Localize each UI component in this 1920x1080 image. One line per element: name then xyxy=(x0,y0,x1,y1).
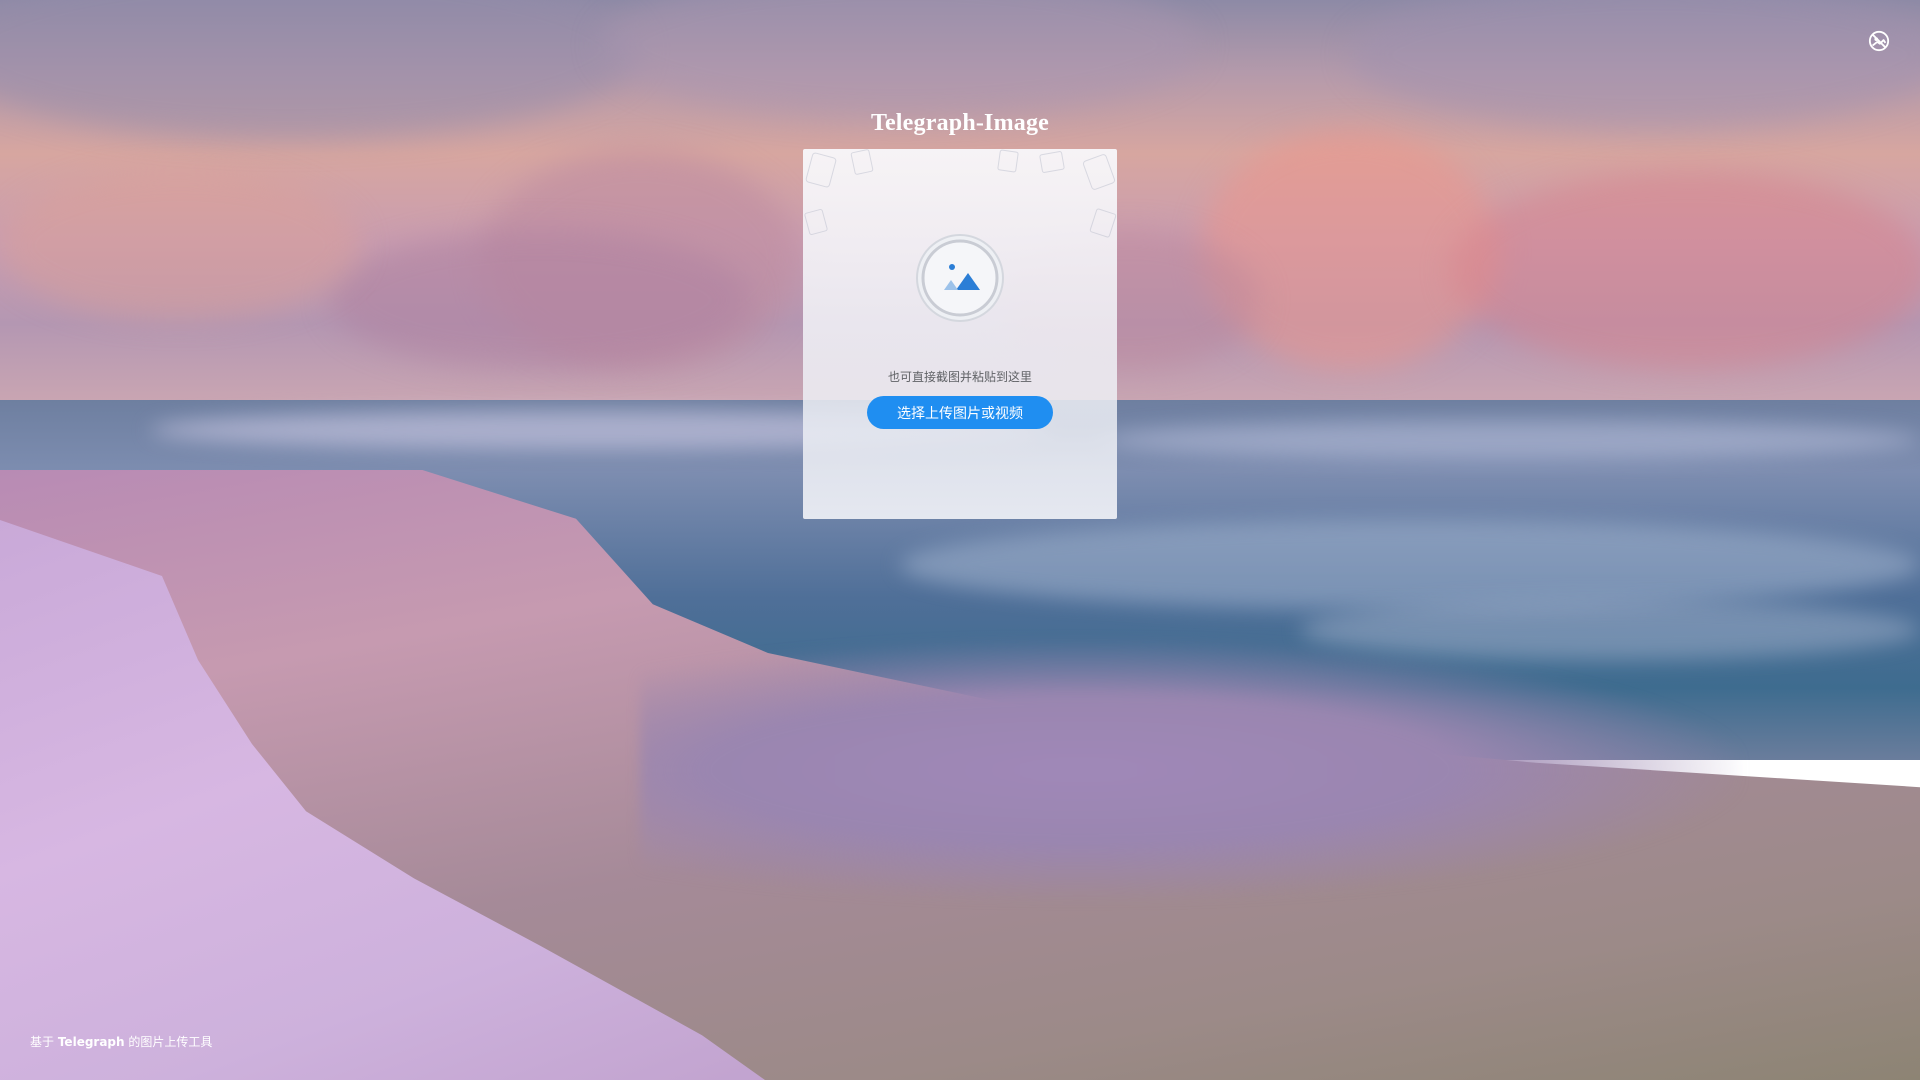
page: Telegraph-Image 也可直接截图并粘贴到这里 选择上传图片或视频 基… xyxy=(0,0,1920,1080)
footer-prefix: 基于 xyxy=(30,1035,55,1049)
select-upload-button[interactable]: 选择上传图片或视频 xyxy=(867,396,1053,429)
image-upload-icon xyxy=(915,233,1005,323)
page-title: Telegraph-Image xyxy=(870,110,1050,136)
github-icon[interactable] xyxy=(1868,30,1890,52)
footer: 基于 Telegraph 的图片上传工具 xyxy=(30,1033,212,1050)
footer-suffix: 的图片上传工具 xyxy=(128,1035,213,1049)
paste-hint: 也可直接截图并粘贴到这里 xyxy=(887,370,1032,384)
upload-dropzone[interactable]: 也可直接截图并粘贴到这里 选择上传图片或视频 xyxy=(803,149,1117,519)
footer-brand-link[interactable]: Telegraph xyxy=(58,1035,125,1049)
